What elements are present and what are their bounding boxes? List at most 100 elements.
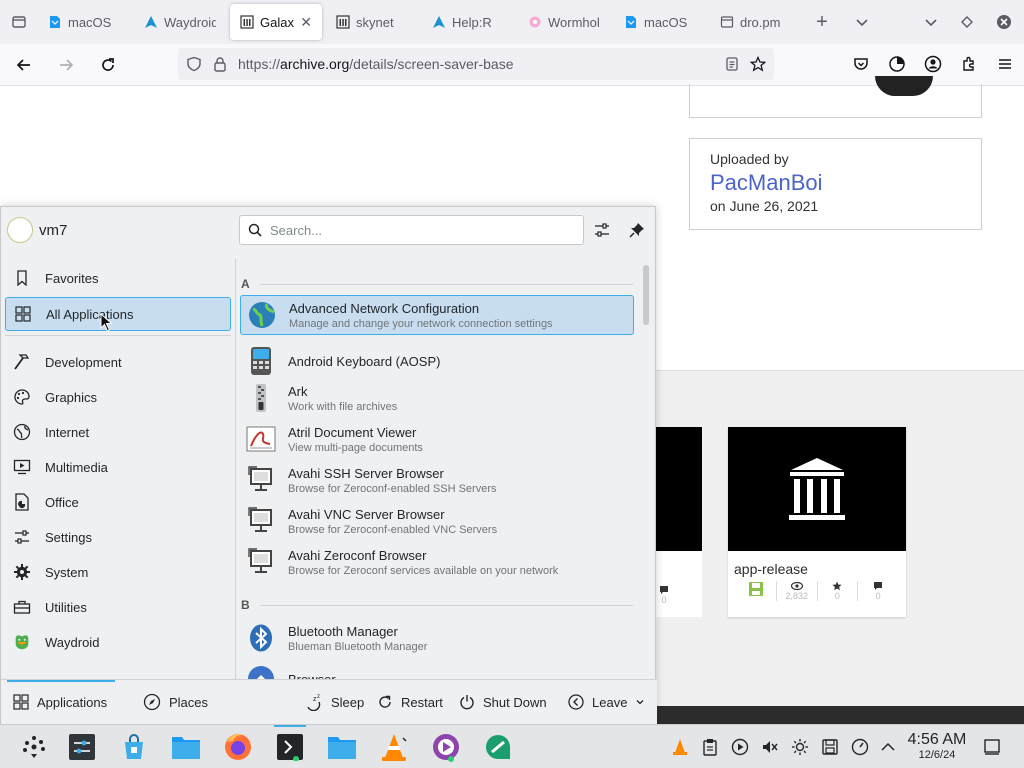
- bluetooth-icon: [246, 623, 276, 653]
- kde-doc-icon: [624, 15, 638, 29]
- maximize-icon[interactable]: [960, 15, 974, 29]
- new-tab-button[interactable]: +: [802, 0, 842, 44]
- item-tile[interactable]: app-release 2,832 0 0: [728, 427, 906, 617]
- taskbar-discover[interactable]: [114, 729, 154, 765]
- tray-updates[interactable]: [850, 737, 870, 757]
- item-tile-partial[interactable]: 0: [655, 427, 702, 617]
- category-settings[interactable]: Settings: [5, 520, 231, 554]
- tray-brightness[interactable]: [790, 737, 810, 757]
- pin-launcher-button[interactable]: [626, 219, 648, 241]
- browser-tab[interactable]: Galaxy ✕: [230, 4, 322, 40]
- tray-media-controls[interactable]: [730, 737, 750, 757]
- taskbar-firefox[interactable]: [218, 729, 258, 765]
- taskbar-file-manager[interactable]: [166, 729, 206, 765]
- bookmark-star-icon[interactable]: [750, 56, 766, 72]
- digital-clock[interactable]: 4:56 AM 12/6/24: [900, 731, 974, 761]
- tray-vlc[interactable]: [670, 737, 690, 757]
- item-title[interactable]: app-release: [728, 551, 906, 581]
- app-item[interactable]: Android Keyboard (AOSP): [240, 341, 634, 381]
- app-name: Avahi VNC Server Browser: [288, 506, 445, 522]
- category-all-applications[interactable]: All Applications: [5, 297, 231, 331]
- category-waydroid[interactable]: Waydroid: [5, 625, 231, 659]
- network-computer-icon: [246, 465, 276, 495]
- tray-clipboard[interactable]: [700, 737, 720, 757]
- account-icon[interactable]: [924, 55, 942, 73]
- item-thumbnail[interactable]: [728, 427, 906, 551]
- app-item[interactable]: Browser: [240, 659, 634, 679]
- lock-icon[interactable]: [212, 56, 228, 72]
- browser-tab[interactable]: skynet: [326, 4, 418, 40]
- browser-tab[interactable]: Help:R: [422, 4, 514, 40]
- shield-icon[interactable]: [186, 56, 202, 72]
- leave-button[interactable]: Leave: [568, 688, 645, 716]
- app-text: Avahi SSH Server Browser Browse for Zeroc…: [288, 466, 496, 495]
- app-item[interactable]: Ark Work with file archives: [240, 378, 634, 418]
- kde-doc-icon: [48, 15, 62, 29]
- browser-icon: [246, 664, 276, 679]
- launcher-search[interactable]: [239, 215, 584, 245]
- app-item[interactable]: Avahi VNC Server Browser Browse for Zeroc…: [240, 501, 634, 541]
- url-bar[interactable]: https://archive.org/details/screen-saver…: [178, 48, 774, 80]
- taskbar-file-manager-2[interactable]: [322, 729, 362, 765]
- pocket-icon[interactable]: [852, 55, 870, 73]
- taskbar-system-settings[interactable]: [62, 729, 102, 765]
- taskbar-vlc[interactable]: [374, 729, 414, 765]
- app-name: Avahi Zeroconf Browser: [288, 547, 427, 563]
- tab-overflow-button[interactable]: [842, 0, 882, 44]
- restart-button[interactable]: Restart: [377, 688, 443, 716]
- category-favorites[interactable]: Favorites: [5, 261, 231, 295]
- reload-button[interactable]: [90, 47, 126, 83]
- app-item[interactable]: Avahi Zeroconf Browser Browse for Zerocon…: [240, 542, 634, 582]
- category-utilities[interactable]: Utilities: [5, 590, 231, 624]
- minimize-icon[interactable]: [924, 15, 938, 29]
- category-graphics[interactable]: Graphics: [5, 380, 231, 414]
- browser-tab[interactable]: Waydroid: [134, 4, 226, 40]
- application-launcher-button[interactable]: [14, 729, 54, 765]
- browser-tab[interactable]: Wormhole: [518, 4, 610, 40]
- app-item[interactable]: Bluetooth Manager Blueman Bluetooth Manag…: [240, 618, 634, 658]
- application-list-scrollbar[interactable]: [643, 261, 651, 679]
- places-tab[interactable]: Places: [143, 688, 208, 716]
- browser-tab[interactable]: dro.pm: [710, 4, 802, 40]
- section-header: A: [241, 277, 633, 291]
- item-thumbnail[interactable]: [655, 427, 702, 551]
- extensions-icon[interactable]: [960, 55, 978, 73]
- app-item[interactable]: Avahi SSH Server Browser Browse for Zeroc…: [240, 460, 634, 500]
- category-internet[interactable]: Internet: [5, 415, 231, 449]
- menu-hamburger-icon[interactable]: [996, 55, 1014, 73]
- show-desktop-button[interactable]: [982, 737, 1002, 757]
- applications-tab[interactable]: Applications: [13, 688, 107, 716]
- user-avatar[interactable]: [7, 217, 33, 243]
- app-item[interactable]: Advanced Network Configuration Manage and…: [240, 295, 634, 335]
- reader-view-icon[interactable]: [724, 56, 740, 72]
- close-window-icon[interactable]: [996, 14, 1012, 30]
- firefox-view-icon[interactable]: [888, 55, 906, 73]
- tray-volume[interactable]: [760, 737, 780, 757]
- tray-storage[interactable]: [820, 737, 840, 757]
- taskbar-app[interactable]: [478, 729, 518, 765]
- search-input[interactable]: [270, 222, 570, 238]
- browser-tab[interactable]: macOS: [614, 4, 706, 40]
- uploader-link[interactable]: PacManBoi: [710, 170, 961, 196]
- category-development[interactable]: Development: [5, 345, 231, 379]
- taskbar-konsole[interactable]: [270, 725, 310, 765]
- taskbar-media-player[interactable]: [426, 729, 466, 765]
- scrollbar-thumb[interactable]: [643, 265, 649, 325]
- arrow-right-icon: [60, 58, 74, 71]
- category-office[interactable]: Office: [5, 485, 231, 519]
- browser-tab[interactable]: macOS: [38, 4, 130, 40]
- configure-launcher-button[interactable]: [591, 219, 613, 241]
- back-button[interactable]: [6, 47, 42, 83]
- category-multimedia[interactable]: Multimedia: [5, 450, 231, 484]
- app-item[interactable]: Atril Document Viewer View multi-page doc…: [240, 419, 634, 459]
- list-all-tabs-button[interactable]: [0, 0, 38, 44]
- category-system[interactable]: System: [5, 555, 231, 589]
- navigation-toolbar: https://archive.org/details/screen-saver…: [0, 44, 1024, 86]
- tray-expand-button[interactable]: [878, 737, 898, 757]
- url-text[interactable]: https://archive.org/details/screen-saver…: [238, 56, 714, 72]
- uploader-avatar[interactable]: [875, 76, 933, 96]
- sleep-button[interactable]: zz Sleep: [305, 688, 364, 716]
- forward-button[interactable]: [48, 47, 84, 83]
- close-tab-icon[interactable]: ✕: [300, 14, 312, 31]
- shutdown-button[interactable]: Shut Down: [459, 688, 547, 716]
